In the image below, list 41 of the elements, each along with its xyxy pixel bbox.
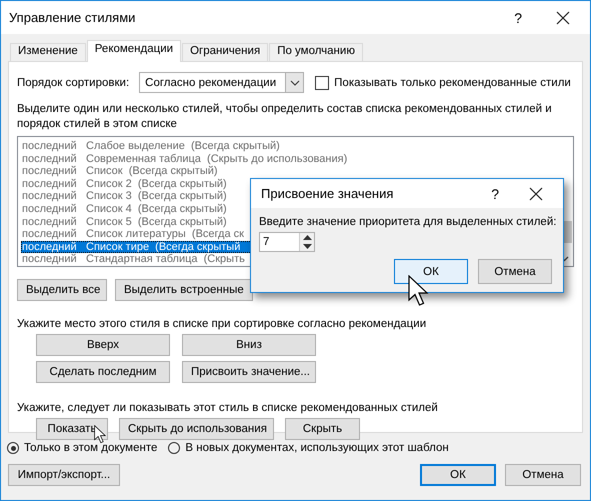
tab[interactable]: Рекомендации <box>86 40 182 62</box>
radio-button[interactable] <box>7 442 19 454</box>
tab[interactable]: Ограничения <box>182 43 268 61</box>
close-icon[interactable] <box>529 186 543 200</box>
visibility-button[interactable]: Показать <box>36 418 108 440</box>
radio-label: В новых документах, использующих этот шаблон <box>185 442 449 454</box>
list-item[interactable]: последний Список (Всегда скрытый) <box>21 165 562 178</box>
tab[interactable]: Изменение <box>10 43 86 61</box>
sort-dropdown[interactable]: Согласно рекомендации <box>139 72 304 93</box>
help-button[interactable]: ? <box>491 186 499 202</box>
position-button[interactable]: Сделать последним <box>36 361 170 383</box>
help-button[interactable]: ? <box>514 10 522 26</box>
list-item[interactable]: последний Слабое выделение (Всегда скрытый) <box>21 140 562 153</box>
select-button[interactable]: Выделить встроенные <box>115 279 253 301</box>
tab[interactable]: По умолчанию <box>269 43 363 61</box>
sort-label: Порядок сортировки: <box>17 76 130 88</box>
position-label: Укажите место этого стиля в списке при сортировке согласно рекомендации <box>17 318 428 330</box>
checkbox-label: Показывать только рекомендованные стили <box>334 76 571 88</box>
import-export-button[interactable]: Импорт/экспорт... <box>8 464 120 486</box>
chevron-down-icon <box>290 80 300 86</box>
radio-button[interactable] <box>168 442 180 454</box>
position-button[interactable]: Вниз <box>182 334 316 356</box>
list-item[interactable]: последний Современная таблица (Скрыть до использования) <box>21 152 562 166</box>
checkbox[interactable] <box>315 76 330 90</box>
dialog-title: Присвоение значения <box>261 186 394 201</box>
visibility-button[interactable]: Скрыть <box>285 418 360 440</box>
instruction-text: Выделите один или несколько стилей, чтобы определить состав списка рекомендованных стилей и порядок стилей в этом списке <box>17 102 553 132</box>
close-icon[interactable] <box>556 10 570 24</box>
priority-label: Введите значение приоритета для выделенных стилей: <box>259 216 555 228</box>
ok-button[interactable]: ОК <box>420 464 496 486</box>
select-button[interactable]: Выделить все <box>17 279 107 301</box>
cancel-button[interactable]: Отмена <box>505 464 581 486</box>
position-button[interactable]: Присвоить значение... <box>182 361 316 383</box>
window-title: Управление стилями <box>9 10 136 25</box>
cancel-button[interactable]: Отмена <box>478 259 552 284</box>
position-button[interactable]: Вверх <box>36 334 170 356</box>
visibility-label: Укажите, следует ли показывать этот стиль в списке рекомендованных стилей <box>17 402 439 414</box>
visibility-button[interactable]: Скрыть до использования <box>119 418 274 440</box>
cursor-icon <box>94 425 107 445</box>
radio-label: Только в этом документе <box>24 442 158 454</box>
ok-button[interactable]: ОК <box>394 259 468 284</box>
